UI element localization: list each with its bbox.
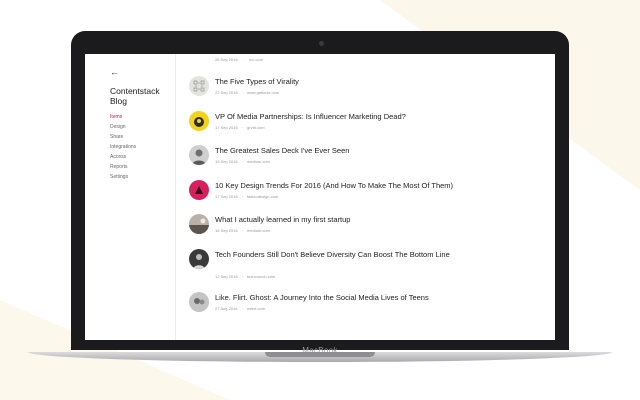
item-meta: 16 Sep 2016 · medium.com [215, 228, 270, 233]
sidebar-item-design[interactable]: Design [110, 122, 136, 132]
item-date: 19 Sep 2016 [215, 159, 238, 164]
blog-title: Contentstack Blog [110, 86, 160, 106]
item-source[interactable]: grvth.com [247, 125, 265, 130]
article-thumbnail[interactable] [189, 180, 209, 200]
item-meta: 17 Sep 2016 · grvth.com [215, 125, 265, 130]
sidebar-nav: Items Design Share Integrations Access R… [110, 112, 136, 182]
sidebar: ← Contentstack Blog Items Design Share I… [85, 54, 176, 340]
sidebar-item-integrations[interactable]: Integrations [110, 142, 136, 152]
laptop-base-notch [265, 352, 375, 357]
article-thumbnail[interactable] [189, 214, 209, 234]
article-thumbnail[interactable] [189, 76, 209, 96]
article-title[interactable]: Like. Flirt. Ghost: A Journey Into the S… [215, 292, 495, 303]
item-date: 17 Sep 2016 [215, 125, 238, 130]
article-thumbnail[interactable] [189, 111, 209, 131]
arrow-left-icon[interactable]: ← [110, 67, 119, 77]
article-thumbnail[interactable] [189, 145, 209, 165]
item-date: 16 Sep 2016 [215, 228, 238, 233]
item-source[interactable]: fastcodesign.com [247, 194, 278, 199]
item-date: 26 Sep 2016 [215, 57, 238, 62]
sidebar-item-items[interactable]: Items [110, 112, 136, 122]
item-date: 12 Sep 2016 [215, 274, 238, 279]
item-meta: 12 Sep 2016 · techcrunch.com [215, 274, 276, 279]
sidebar-item-reports[interactable]: Reports [110, 162, 136, 172]
article-title[interactable]: VP Of Media Partnerships: Is Influencer … [215, 111, 495, 122]
item-source[interactable]: www.getlouis.com [247, 90, 279, 95]
item-source[interactable]: wired.com [247, 306, 265, 311]
item-source[interactable]: inc.com [249, 57, 263, 62]
article-title[interactable]: What I actually learned in my first star… [215, 214, 495, 225]
laptop-screen: ← Contentstack Blog Items Design Share I… [85, 54, 555, 340]
item-meta: 22 Sep 2016 · www.getlouis.com [215, 90, 280, 95]
item-date: 27 Aug 2016 [215, 306, 238, 311]
item-meta: 17 Sep 2016 · fastcodesign.com [215, 194, 279, 199]
article-title[interactable]: 10 Key Design Trends For 2016 (And How T… [215, 180, 495, 191]
item-source[interactable]: medium.com [247, 159, 270, 164]
article-feed: 26 Sep 2016 · inc.com The Five Types of … [185, 54, 545, 340]
item-source[interactable]: techcrunch.com [247, 274, 275, 279]
article-thumbnail[interactable] [189, 249, 209, 269]
sidebar-item-settings[interactable]: Settings [110, 172, 136, 182]
item-meta: 26 Sep 2016 · inc.com [215, 57, 264, 62]
item-date: 17 Sep 2016 [215, 194, 238, 199]
article-title[interactable]: Tech Founders Still Don't Believe Divers… [215, 249, 495, 260]
item-date: 22 Sep 2016 [215, 90, 238, 95]
item-source[interactable]: medium.com [247, 228, 270, 233]
camera-icon [319, 41, 324, 46]
article-title[interactable]: The Five Types of Virality [215, 76, 495, 87]
article-thumbnail[interactable] [189, 292, 209, 312]
item-meta: 19 Sep 2016 · medium.com [215, 159, 270, 164]
sidebar-item-access[interactable]: Access [110, 152, 136, 162]
article-title[interactable]: The Greatest Sales Deck I've Ever Seen [215, 145, 495, 156]
item-meta: 27 Aug 2016 · wired.com [215, 306, 266, 311]
sidebar-item-share[interactable]: Share [110, 132, 136, 142]
